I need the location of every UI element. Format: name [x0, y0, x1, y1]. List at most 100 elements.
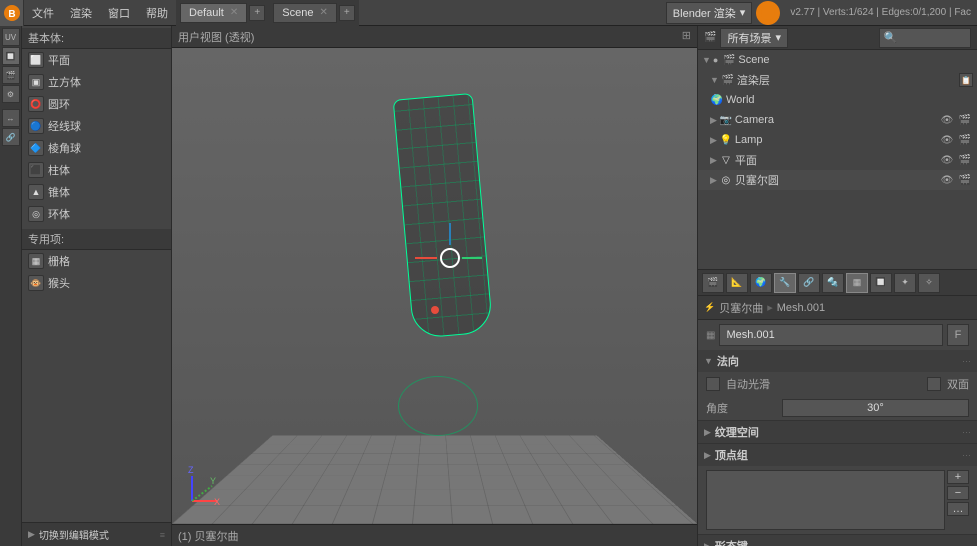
scene-tree: ▼ ● 🎬 Scene ▼ 🎬 渲染层 📋 🌍 World [698, 50, 977, 270]
add-cube-item[interactable]: ▣ 立方体 [22, 71, 171, 93]
add-monkey-item[interactable]: 🐵 猴头 [22, 272, 171, 294]
texture-space-header[interactable]: ▶ 纹理空间 ··· [698, 421, 977, 443]
mesh-single-user-btn[interactable]: F [947, 324, 969, 346]
transform-gizmo[interactable] [440, 248, 460, 268]
prop-data-btn[interactable]: ▦ [846, 273, 868, 293]
bezier-icon: ◎ [719, 173, 733, 187]
vertex-group-controls: + − … [698, 466, 977, 534]
add-icosphere-item[interactable]: 🔷 棱角球 [22, 137, 171, 159]
prop-object-btn[interactable]: 🔧 [774, 273, 796, 293]
lamp-render-btn[interactable]: 🎬 [957, 132, 973, 148]
prop-material-btn[interactable]: 🔲 [870, 273, 892, 293]
render-engine-selector[interactable]: Blender 渲染 ▾ [666, 2, 753, 24]
plane-render-btn[interactable]: 🎬 [957, 152, 973, 168]
vertex-group-list[interactable] [706, 470, 945, 530]
add-cone-item[interactable]: ▲ 锥体 [22, 181, 171, 203]
bezier-controls: 👁 🎬 [939, 172, 973, 188]
bezier-render-btn[interactable]: 🎬 [957, 172, 973, 188]
prop-modifier-btn[interactable]: 🔩 [822, 273, 844, 293]
normals-title: 法向 [717, 353, 739, 369]
viewport-header: 用户视图 (透视) ⊞ [172, 26, 697, 48]
all-scenes-button[interactable]: 所有场景 ▾ [720, 28, 788, 48]
mode-switch-label[interactable]: 切换到编辑模式 [39, 527, 109, 542]
toolbar-transform-icon[interactable]: ↔ [2, 109, 20, 127]
scene-search-input[interactable]: 🔍 [879, 28, 972, 48]
breadcrumb-part1[interactable]: 贝塞尔曲 [719, 300, 763, 316]
render-layer-expand: ▼ [710, 75, 719, 85]
viewport-canvas[interactable]: X Z Y [172, 48, 697, 524]
normals-options-row: 自动光滑 双面 [698, 372, 977, 396]
tab-area-scene: Scene ✕ + [269, 0, 359, 26]
normals-section-header[interactable]: ▼ 法向 ··· [698, 350, 977, 372]
menu-render[interactable]: 渲染 [62, 0, 100, 26]
scene-root-item[interactable]: ▼ ● 🎬 Scene [698, 50, 977, 70]
prop-world-btn[interactable]: 🌍 [750, 273, 772, 293]
shape-keys-header[interactable]: ▶ 形态键 ··· [698, 535, 977, 546]
breadcrumb-part2[interactable]: Mesh.001 [777, 302, 825, 314]
vertex-groups-header[interactable]: ▶ 顶点组 ··· [698, 444, 977, 466]
camera-expand: ▶ [710, 115, 717, 126]
prop-render-btn[interactable]: 🎬 [702, 273, 724, 293]
vertex-groups-arrow: ▶ [704, 450, 711, 461]
scene-render-layer-item[interactable]: ▼ 🎬 渲染层 📋 [698, 70, 977, 90]
right-properties-toolbar: 🎬 📐 🌍 🔧 🔗 🔩 ▦ 🔲 ✦ ✧ [698, 270, 977, 296]
lamp-eye-btn[interactable]: 👁 [939, 132, 955, 148]
tab-scene-close-icon[interactable]: ✕ [319, 7, 327, 18]
origin-dot [431, 306, 439, 314]
toolbar-uv-icon[interactable]: UV [2, 28, 20, 46]
add-plane-item[interactable]: ⬜ 平面 [22, 49, 171, 71]
scene-bezier-item[interactable]: ▶ ◎ 贝塞尔圆 👁 🎬 [698, 170, 977, 190]
prop-texture-btn[interactable]: ✦ [894, 273, 916, 293]
tab-add-button[interactable]: + [249, 5, 265, 21]
menu-help[interactable]: 帮助 [138, 0, 176, 26]
add-cylinder-item[interactable]: ⬛ 柱体 [22, 159, 171, 181]
bezier-eye-btn[interactable]: 👁 [939, 172, 955, 188]
tab-scene-add-button[interactable]: + [339, 5, 355, 21]
mode-switch-area: ▶ 切换到编辑模式 ≡ [22, 522, 171, 546]
prop-scene-btn[interactable]: 📐 [726, 273, 748, 293]
tab-scene[interactable]: Scene ✕ [273, 3, 337, 23]
prop-particles-btn[interactable]: ✧ [918, 273, 940, 293]
uvsphere-icon: 🔵 [28, 118, 44, 134]
svg-text:B: B [8, 9, 15, 20]
toolbar-render-icon[interactable]: 🎬 [2, 66, 20, 84]
toolbar-physics-icon[interactable]: ⚙ [2, 85, 20, 103]
grid-icon: ▦ [28, 253, 44, 269]
lamp-controls: 👁 🎬 [939, 132, 973, 148]
icosphere-icon: 🔷 [28, 140, 44, 156]
viewport-expand-icon[interactable]: ⊞ [682, 29, 691, 42]
menu-file[interactable]: 文件 [24, 0, 62, 26]
mesh-name-input[interactable]: Mesh.001 [719, 324, 943, 346]
vertex-group-remove-btn[interactable]: − [947, 486, 969, 500]
scene-camera-item[interactable]: ▶ 📷 Camera 👁 🎬 [698, 110, 977, 130]
add-torus-item[interactable]: ◎ 环体 [22, 203, 171, 225]
tab-default[interactable]: Default ✕ [180, 3, 247, 23]
scene-plane-item[interactable]: ▶ ▽ 平面 👁 🎬 [698, 150, 977, 170]
vertex-group-dots-btn[interactable]: … [947, 502, 969, 516]
plane-eye-btn[interactable]: 👁 [939, 152, 955, 168]
scene-world-item[interactable]: 🌍 World [698, 90, 977, 110]
texture-space-arrow: ▶ [704, 427, 711, 438]
add-uvsphere-item[interactable]: 🔵 经线球 [22, 115, 171, 137]
auto-smooth-checkbox[interactable] [706, 377, 720, 391]
toolbar-mesh-icon[interactable]: 🔲 [2, 47, 20, 65]
double-side-checkbox[interactable] [927, 377, 941, 391]
angle-input[interactable]: 30° [782, 399, 969, 417]
torus-icon: ◎ [28, 206, 44, 222]
viewport[interactable]: 用户视图 (透视) ⊞ [172, 26, 697, 546]
scene-lamp-item[interactable]: ▶ 💡 Lamp 👁 🎬 [698, 130, 977, 150]
add-circle-item[interactable]: ⭕ 圆环 [22, 93, 171, 115]
tab-close-icon[interactable]: ✕ [230, 7, 238, 18]
camera-eye-btn[interactable]: 👁 [939, 112, 955, 128]
toolbar-snap-icon[interactable]: 🔗 [2, 128, 20, 146]
bezier-curve-object [393, 96, 493, 376]
menu-window[interactable]: 窗口 [100, 0, 138, 26]
world-icon: 🌍 [710, 93, 724, 107]
bezier-expand: ▶ [710, 175, 717, 186]
render-layer-btn[interactable]: 📋 [959, 73, 973, 87]
add-grid-item[interactable]: ▦ 栅格 [22, 250, 171, 272]
prop-constraint-btn[interactable]: 🔗 [798, 273, 820, 293]
gizmo-z-axis [462, 257, 482, 259]
vertex-group-add-btn[interactable]: + [947, 470, 969, 484]
camera-render-btn[interactable]: 🎬 [957, 112, 973, 128]
